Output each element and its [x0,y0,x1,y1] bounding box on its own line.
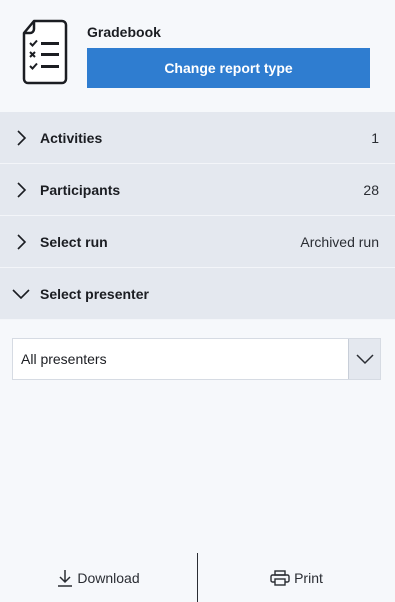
print-label: Print [294,569,323,586]
section-label: Activities [40,129,103,146]
change-report-type-button[interactable]: Change report type [87,48,370,88]
presenter-select[interactable]: All presenters [12,338,381,380]
chevron-right-icon [17,181,27,198]
section-participants[interactable]: Participants 28 [0,164,395,216]
section-select-run[interactable]: Select run Archived run [0,216,395,268]
section-value: 1 [371,129,379,146]
section-value: 28 [363,181,379,198]
report-header: Gradebook Change report type [0,0,395,112]
select-dropdown-button[interactable] [348,339,380,379]
section-label: Select presenter [40,285,149,302]
section-label: Participants [40,181,121,198]
download-label: Download [77,569,140,586]
chevron-right-icon [17,129,27,146]
download-button[interactable]: Download [0,553,197,602]
section-label: Select run [40,233,108,250]
chevron-right-icon [17,233,27,250]
chevron-down-icon [355,354,374,365]
section-select-presenter[interactable]: Select presenter [0,268,395,320]
chevron-down-icon [12,288,30,299]
print-button[interactable]: Print [198,553,395,602]
checklist-document-icon [22,19,68,85]
printer-icon [270,569,290,586]
footer-actions: Download Print [0,553,395,602]
presenter-select-value: All presenters [21,351,107,367]
section-value: Archived run [300,233,379,250]
section-activities[interactable]: Activities 1 [0,112,395,164]
download-icon [58,569,73,587]
report-title: Gradebook [87,24,161,40]
